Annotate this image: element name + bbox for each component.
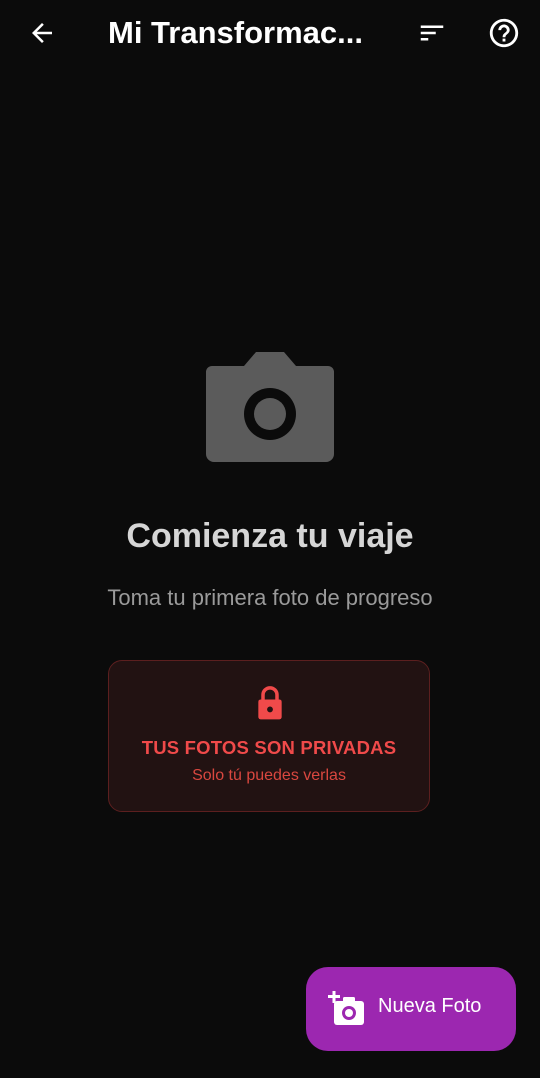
privacy-subtitle: Solo tú puedes verlas (192, 767, 346, 784)
privacy-notice-card: TUS FOTOS SON PRIVADAS Solo tú puedes ve… (108, 660, 430, 812)
lock-icon (258, 686, 282, 720)
page-title: Mi Transformac... (108, 15, 363, 50)
add-photo-icon (328, 991, 364, 1025)
help-button[interactable] (482, 11, 526, 55)
privacy-title: TUS FOTOS SON PRIVADAS (141, 737, 397, 758)
help-circle-icon (489, 18, 519, 48)
empty-state-subtitle: Toma tu primera foto de progreso (107, 585, 433, 610)
new-photo-button[interactable]: Nueva Foto (306, 967, 516, 1051)
app-bar: Mi Transformac... (0, 0, 540, 68)
filter-icon (420, 25, 444, 41)
arrow-left-icon (32, 23, 52, 43)
back-button[interactable] (20, 11, 64, 55)
camera-icon (206, 352, 334, 462)
new-photo-label: Nueva Foto (378, 995, 482, 1017)
empty-state-title: Comienza tu viaje (126, 517, 414, 555)
filter-button[interactable] (410, 11, 454, 55)
